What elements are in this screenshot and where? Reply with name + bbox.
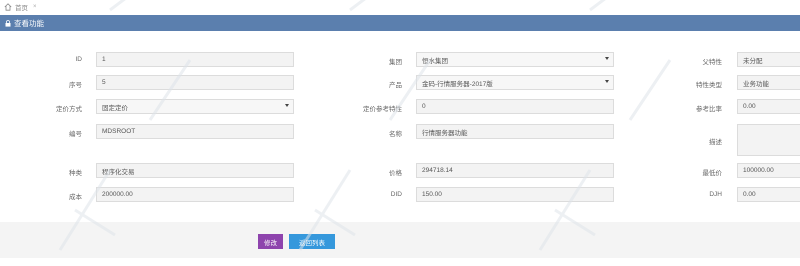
pricing-ref-field[interactable]: 0 [416, 99, 614, 114]
price-field[interactable]: 294718.14 [416, 163, 614, 178]
feature-type-label: 特性类型 [696, 82, 722, 89]
back-to-list-button[interactable]: 返回列表 [289, 234, 335, 249]
product-label: 产品 [389, 82, 402, 89]
min-price-field[interactable]: 100000.00 [737, 163, 800, 178]
min-price-label: 最低价 [702, 170, 723, 177]
seq-label: 序号 [69, 82, 82, 89]
ref-ratio-value: 0.00 [743, 103, 756, 110]
parent-feature-label: 父特性 [702, 59, 723, 66]
name-field[interactable]: 行情服务器功能 [416, 124, 614, 139]
pricing-method-value: 固定定价 [102, 104, 128, 112]
seq-field[interactable]: 5 [96, 75, 294, 90]
chevron-down-icon [605, 80, 609, 83]
group-label: 集团 [389, 59, 402, 66]
kind-field[interactable]: 程序化交易 [96, 163, 294, 178]
name-value: 行情服务器功能 [422, 129, 468, 137]
detail-form: ID 1 序号 5 定价方式 固定定价 编号 MDSROOT 种类 程序化交易 … [0, 31, 800, 221]
pricing-method-select[interactable]: 固定定价 [96, 99, 294, 114]
form-footer [0, 222, 800, 258]
price-label: 价格 [389, 170, 402, 177]
id-label: ID [75, 56, 83, 63]
lock-icon [5, 19, 11, 27]
did-label: DID [390, 191, 402, 198]
cost-field[interactable]: 200000.00 [96, 187, 294, 202]
feature-type-field[interactable]: 业务功能 [737, 75, 800, 90]
min-price-value: 100000.00 [743, 167, 774, 174]
id-value: 1 [102, 56, 106, 63]
group-value: 恒水集团 [422, 57, 448, 65]
cost-label: 成本 [69, 194, 82, 201]
breadcrumb: 首页 × [0, 0, 800, 13]
cost-value: 200000.00 [102, 191, 133, 198]
pricing-ref-value: 0 [422, 103, 426, 110]
group-select[interactable]: 恒水集团 [416, 52, 614, 67]
kind-value: 程序化交易 [102, 168, 135, 176]
description-textarea[interactable] [737, 124, 800, 156]
ref-ratio-label: 参考比率 [696, 106, 722, 113]
home-icon[interactable] [4, 2, 12, 11]
chevron-down-icon [605, 57, 609, 60]
did-field[interactable]: 150.00 [416, 187, 614, 202]
parent-feature-field[interactable]: 未分配 [737, 52, 800, 67]
code-value: MDSROOT [102, 128, 136, 135]
ref-ratio-field[interactable]: 0.00 [737, 99, 800, 114]
djh-field[interactable]: 0.00 [737, 187, 800, 202]
parent-feature-value: 未分配 [743, 57, 763, 65]
pricing-ref-label: 定价参考特性 [363, 106, 402, 113]
did-value: 150.00 [422, 191, 442, 198]
seq-value: 5 [102, 79, 106, 86]
feature-type-value: 业务功能 [743, 80, 769, 88]
edit-button[interactable]: 修改 [258, 234, 283, 249]
product-value: 金码-行情服务器-2017版 [422, 80, 493, 88]
kind-label: 种类 [69, 170, 82, 177]
djh-value: 0.00 [743, 191, 756, 198]
code-label: 编号 [69, 131, 82, 138]
price-value: 294718.14 [422, 167, 453, 174]
pricing-method-label: 定价方式 [56, 106, 82, 113]
breadcrumb-home[interactable]: 首页 [15, 2, 28, 12]
close-tab-icon[interactable]: × [33, 4, 37, 10]
description-label: 描述 [709, 139, 722, 146]
name-label: 名称 [389, 131, 402, 138]
code-field[interactable]: MDSROOT [96, 124, 294, 139]
djh-label: DJH [709, 191, 722, 198]
product-select[interactable]: 金码-行情服务器-2017版 [416, 75, 614, 90]
panel-header: 查看功能 [0, 15, 800, 31]
chevron-down-icon [285, 104, 289, 107]
panel-title: 查看功能 [14, 18, 44, 28]
id-field[interactable]: 1 [96, 52, 294, 67]
